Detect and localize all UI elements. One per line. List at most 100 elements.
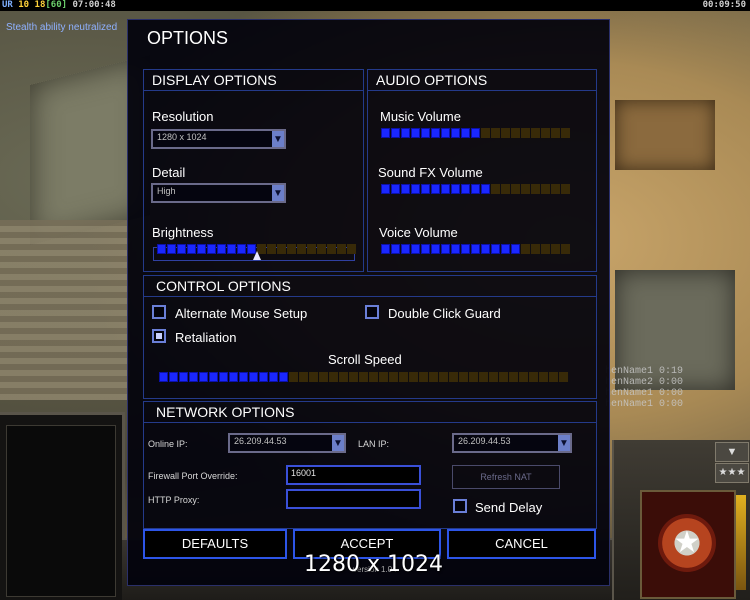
double-click-guard-checkbox[interactable] bbox=[365, 305, 379, 319]
slider-segment[interactable] bbox=[337, 244, 346, 254]
slider-segment[interactable] bbox=[561, 244, 570, 254]
slider-segment[interactable] bbox=[369, 372, 378, 382]
slider-segment[interactable] bbox=[389, 372, 398, 382]
slider-segment[interactable] bbox=[239, 372, 248, 382]
slider-segment[interactable] bbox=[551, 184, 560, 194]
slider-segment[interactable] bbox=[401, 244, 410, 254]
slider-segment[interactable] bbox=[359, 372, 368, 382]
slider-segment[interactable] bbox=[441, 128, 450, 138]
slider-segment[interactable] bbox=[297, 244, 306, 254]
slider-segment[interactable] bbox=[481, 244, 490, 254]
slider-segment[interactable] bbox=[479, 372, 488, 382]
slider-segment[interactable] bbox=[269, 372, 278, 382]
brightness-slider-thumb[interactable] bbox=[253, 251, 261, 260]
cancel-button[interactable]: CANCEL bbox=[447, 529, 596, 559]
chevron-down-icon[interactable]: ▼ bbox=[332, 435, 344, 451]
slider-segment[interactable] bbox=[451, 244, 460, 254]
slider-segment[interactable] bbox=[541, 128, 550, 138]
slider-segment[interactable] bbox=[539, 372, 548, 382]
slider-segment[interactable] bbox=[187, 244, 196, 254]
slider-segment[interactable] bbox=[381, 184, 390, 194]
slider-segment[interactable] bbox=[299, 372, 308, 382]
chevron-down-icon[interactable]: ▼ bbox=[272, 131, 284, 147]
online-ip-dropdown[interactable]: 26.209.44.53 ▼ bbox=[228, 433, 346, 453]
double-click-guard-label[interactable]: Double Click Guard bbox=[388, 306, 501, 321]
retaliation-checkbox[interactable] bbox=[152, 329, 166, 343]
slider-segment[interactable] bbox=[509, 372, 518, 382]
slider-segment[interactable] bbox=[401, 128, 410, 138]
slider-segment[interactable] bbox=[259, 372, 268, 382]
slider-segment[interactable] bbox=[159, 372, 168, 382]
slider-segment[interactable] bbox=[289, 372, 298, 382]
alternate-mouse-label[interactable]: Alternate Mouse Setup bbox=[175, 306, 307, 321]
collapse-arrow-icon[interactable]: ▼ bbox=[715, 442, 749, 462]
slider-segment[interactable] bbox=[411, 128, 420, 138]
slider-segment[interactable] bbox=[421, 184, 430, 194]
slider-segment[interactable] bbox=[511, 244, 520, 254]
slider-segment[interactable] bbox=[421, 244, 430, 254]
slider-segment[interactable] bbox=[169, 372, 178, 382]
slider-segment[interactable] bbox=[177, 244, 186, 254]
sound-fx-volume-slider[interactable] bbox=[381, 184, 570, 194]
slider-segment[interactable] bbox=[379, 372, 388, 382]
slider-segment[interactable] bbox=[189, 372, 198, 382]
slider-segment[interactable] bbox=[461, 184, 470, 194]
slider-segment[interactable] bbox=[559, 372, 568, 382]
slider-segment[interactable] bbox=[451, 128, 460, 138]
slider-segment[interactable] bbox=[347, 244, 356, 254]
slider-segment[interactable] bbox=[229, 372, 238, 382]
slider-segment[interactable] bbox=[431, 184, 440, 194]
chevron-down-icon[interactable]: ▼ bbox=[558, 435, 570, 451]
slider-segment[interactable] bbox=[411, 184, 420, 194]
slider-segment[interactable] bbox=[501, 244, 510, 254]
alternate-mouse-checkbox[interactable] bbox=[152, 305, 166, 319]
slider-segment[interactable] bbox=[167, 244, 176, 254]
slider-segment[interactable] bbox=[459, 372, 468, 382]
slider-segment[interactable] bbox=[531, 244, 540, 254]
scroll-speed-slider[interactable] bbox=[159, 372, 568, 382]
slider-segment[interactable] bbox=[279, 372, 288, 382]
firewall-port-field[interactable]: 16001 bbox=[286, 465, 421, 485]
slider-segment[interactable] bbox=[209, 372, 218, 382]
retaliation-label[interactable]: Retaliation bbox=[175, 330, 236, 345]
slider-segment[interactable] bbox=[541, 184, 550, 194]
detail-dropdown[interactable]: High ▼ bbox=[151, 183, 286, 203]
slider-segment[interactable] bbox=[401, 184, 410, 194]
slider-segment[interactable] bbox=[501, 184, 510, 194]
chevron-down-icon[interactable]: ▼ bbox=[272, 185, 284, 201]
voice-volume-slider[interactable] bbox=[381, 244, 570, 254]
slider-segment[interactable] bbox=[521, 128, 530, 138]
slider-segment[interactable] bbox=[489, 372, 498, 382]
http-proxy-field[interactable] bbox=[286, 489, 421, 509]
slider-segment[interactable] bbox=[481, 184, 490, 194]
slider-segment[interactable] bbox=[511, 184, 520, 194]
slider-segment[interactable] bbox=[409, 372, 418, 382]
slider-segment[interactable] bbox=[227, 244, 236, 254]
slider-segment[interactable] bbox=[237, 244, 246, 254]
slider-segment[interactable] bbox=[531, 184, 540, 194]
slider-segment[interactable] bbox=[449, 372, 458, 382]
slider-segment[interactable] bbox=[471, 184, 480, 194]
slider-segment[interactable] bbox=[429, 372, 438, 382]
resolution-dropdown[interactable]: 1280 x 1024 ▼ bbox=[151, 129, 286, 149]
slider-segment[interactable] bbox=[551, 128, 560, 138]
minimap[interactable] bbox=[0, 412, 125, 600]
slider-segment[interactable] bbox=[451, 184, 460, 194]
slider-segment[interactable] bbox=[561, 128, 570, 138]
slider-segment[interactable] bbox=[199, 372, 208, 382]
slider-segment[interactable] bbox=[501, 128, 510, 138]
slider-segment[interactable] bbox=[521, 184, 530, 194]
slider-segment[interactable] bbox=[197, 244, 206, 254]
refresh-nat-button[interactable]: Refresh NAT bbox=[452, 465, 560, 489]
music-volume-slider[interactable] bbox=[381, 128, 570, 138]
defaults-button[interactable]: DEFAULTS bbox=[143, 529, 287, 559]
slider-segment[interactable] bbox=[531, 128, 540, 138]
slider-segment[interactable] bbox=[317, 244, 326, 254]
slider-segment[interactable] bbox=[219, 372, 228, 382]
lan-ip-dropdown[interactable]: 26.209.44.53 ▼ bbox=[452, 433, 572, 453]
slider-segment[interactable] bbox=[529, 372, 538, 382]
slider-segment[interactable] bbox=[499, 372, 508, 382]
slider-segment[interactable] bbox=[267, 244, 276, 254]
slider-segment[interactable] bbox=[549, 372, 558, 382]
slider-segment[interactable] bbox=[307, 244, 316, 254]
